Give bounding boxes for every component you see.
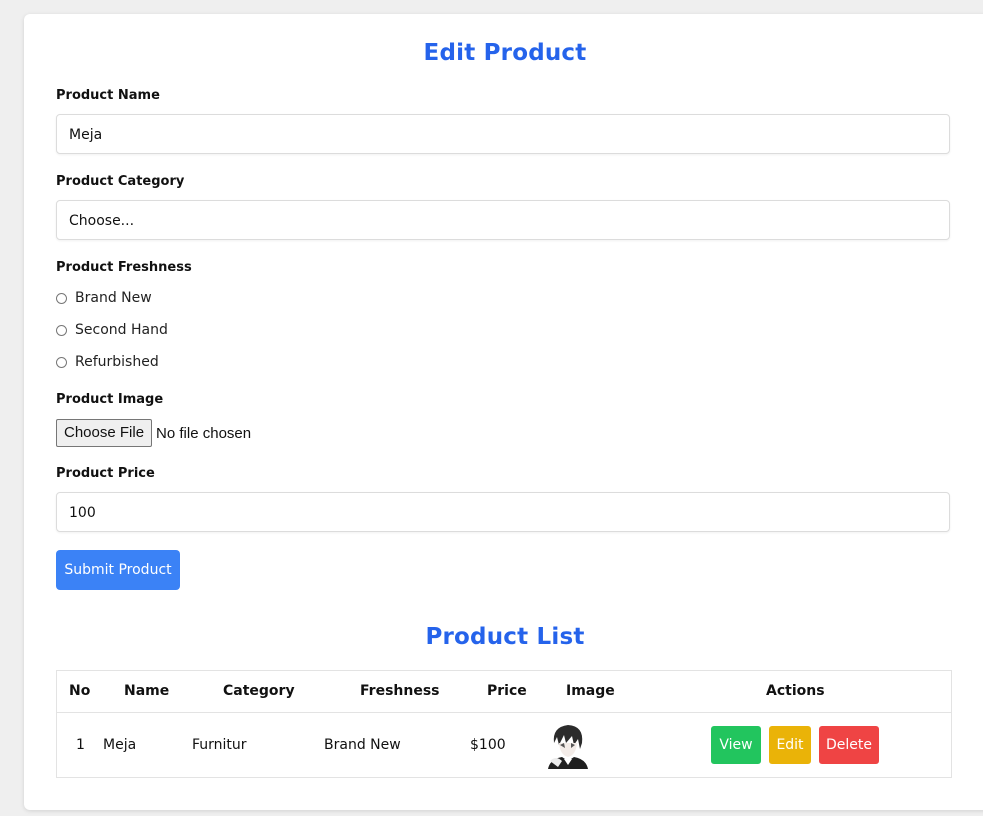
cell-no: 1 — [76, 737, 85, 753]
freshness-radio-brand-new[interactable]: Brand New — [56, 289, 152, 307]
freshness-radio-refurbished[interactable]: Refurbished — [56, 353, 159, 371]
product-price-label: Product Price — [56, 466, 155, 481]
table-header-row: No Name Category Freshness Price Image A… — [57, 671, 951, 713]
edit-button[interactable]: Edit — [769, 726, 811, 764]
header-actions: Actions — [766, 683, 825, 699]
product-name-label: Product Name — [56, 88, 160, 103]
header-name: Name — [124, 683, 170, 699]
product-table: No Name Category Freshness Price Image A… — [56, 670, 952, 778]
header-no: No — [69, 683, 91, 699]
file-status-text: No file chosen — [156, 424, 252, 442]
view-button[interactable]: View — [711, 726, 761, 764]
product-list-title: Product List — [425, 624, 585, 650]
header-image: Image — [566, 683, 615, 699]
freshness-radio-second-hand[interactable]: Second Hand — [56, 321, 168, 339]
product-name-input[interactable]: Meja — [56, 114, 950, 154]
header-category: Category — [223, 683, 295, 699]
radio-label: Brand New — [75, 290, 152, 306]
choose-file-button[interactable]: Choose File — [56, 419, 153, 447]
cell-freshness: Brand New — [324, 737, 401, 753]
radio-label: Refurbished — [75, 354, 159, 370]
radio-circle[interactable] — [56, 356, 67, 368]
cell-category: Furnitur — [192, 737, 247, 753]
delete-button[interactable]: Delete — [819, 726, 879, 764]
submit-product-button[interactable]: Submit Product — [56, 550, 180, 590]
product-category-select[interactable]: Choose... — [56, 200, 950, 240]
header-price: Price — [487, 683, 527, 699]
header-freshness: Freshness — [360, 683, 440, 699]
product-price-input[interactable]: 100 — [56, 492, 950, 532]
product-thumbnail-image — [544, 721, 592, 769]
radio-label: Second Hand — [75, 322, 168, 338]
anime-avatar-icon — [544, 721, 592, 769]
cell-name: Meja — [103, 737, 137, 753]
radio-circle[interactable] — [56, 292, 67, 304]
product-image-label: Product Image — [56, 392, 164, 407]
product-category-label: Product Category — [56, 174, 185, 189]
product-image-file-input[interactable]: Choose File No file chosen — [56, 418, 251, 448]
cell-price: $100 — [470, 737, 506, 753]
product-form-card: Edit Product Product Name Meja Product C… — [24, 14, 983, 810]
radio-circle[interactable] — [56, 324, 67, 336]
product-freshness-label: Product Freshness — [56, 260, 192, 275]
page-title: Edit Product — [423, 40, 587, 66]
